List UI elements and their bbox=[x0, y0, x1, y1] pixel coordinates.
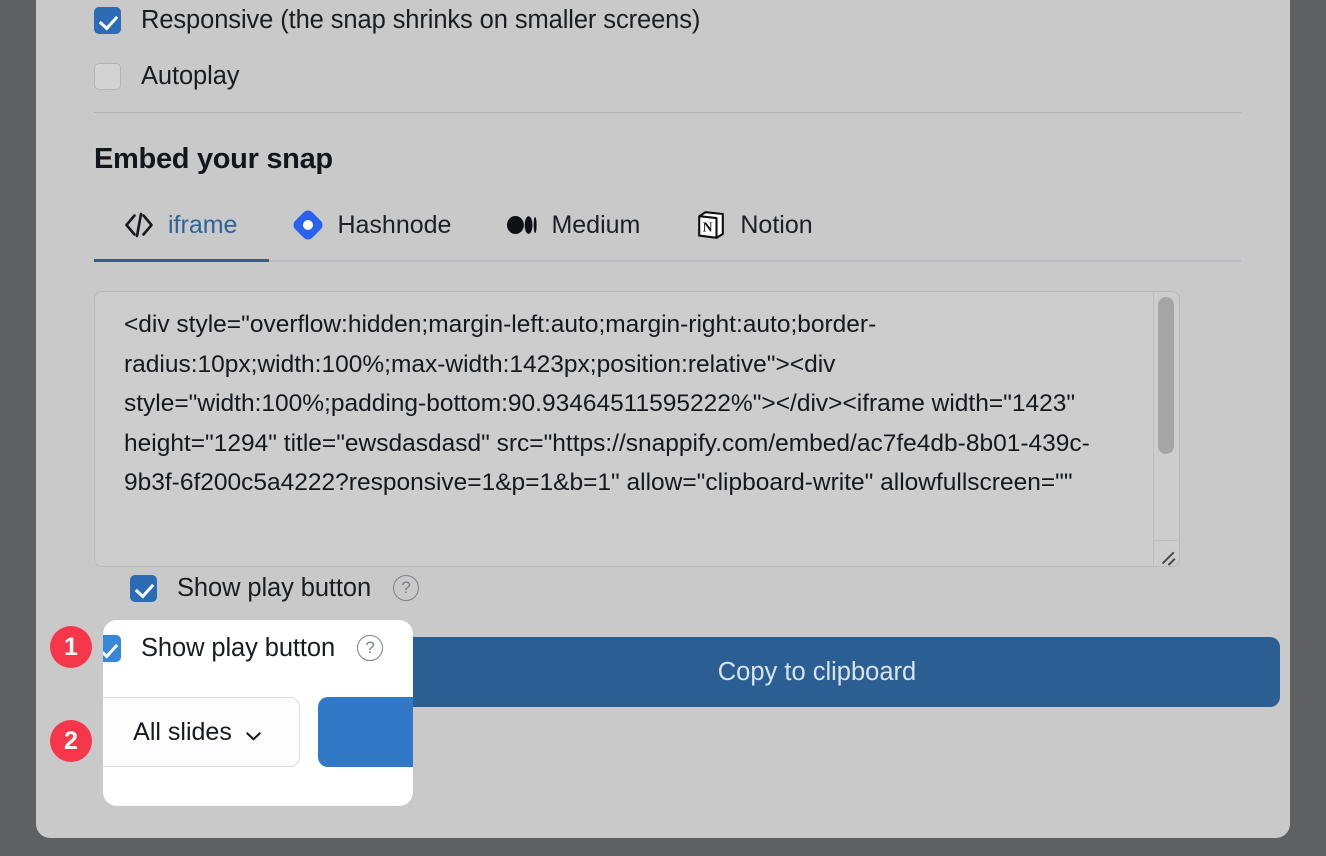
autoplay-label: Autoplay bbox=[141, 61, 240, 90]
textarea-resize-handle[interactable] bbox=[1153, 540, 1178, 565]
copy-button-label: Copy to clipboard bbox=[717, 657, 917, 686]
svg-text:N: N bbox=[703, 219, 713, 234]
textarea-scrollbar[interactable] bbox=[1153, 293, 1178, 565]
copy-to-clipboard-button[interactable]: Copy to clipboard bbox=[354, 637, 1280, 707]
tab-iframe[interactable]: iframe bbox=[93, 202, 271, 262]
show-play-button-checkbox[interactable] bbox=[130, 574, 157, 602]
code-brackets-icon bbox=[124, 210, 154, 240]
tab-medium[interactable]: Medium bbox=[501, 202, 646, 260]
scrollbar-thumb[interactable] bbox=[1158, 297, 1174, 454]
action-buttons-row: All slides Copy to clipboard bbox=[130, 637, 1280, 707]
help-icon[interactable]: ? bbox=[393, 575, 420, 601]
slides-select[interactable]: All slides bbox=[130, 637, 336, 707]
responsive-checkbox[interactable] bbox=[94, 6, 121, 34]
tab-hashnode-label: Hashnode bbox=[337, 210, 452, 239]
tab-medium-label: Medium bbox=[551, 210, 641, 239]
tab-iframe-label: iframe bbox=[168, 210, 238, 239]
modal-content: Responsive (the snap shrinks on smaller … bbox=[93, 0, 1242, 567]
tab-hashnode[interactable]: Hashnode bbox=[287, 202, 457, 260]
notion-icon: N bbox=[696, 210, 726, 240]
section-divider bbox=[94, 112, 1241, 113]
step-badge-2: 2 bbox=[50, 720, 92, 762]
tab-notion[interactable]: N Notion bbox=[690, 202, 818, 260]
embed-actions: Show play button ? All slides Copy to cl… bbox=[130, 568, 1280, 707]
slides-select-value: All slides bbox=[169, 657, 268, 686]
embed-code-textarea[interactable]: <div style="overflow:hidden;margin-left:… bbox=[94, 291, 1180, 567]
step-badge-1: 1 bbox=[50, 626, 92, 668]
tab-notion-label: Notion bbox=[740, 210, 813, 239]
option-row-responsive[interactable]: Responsive (the snap shrinks on smaller … bbox=[94, 0, 1242, 40]
page-title: Embed your snap bbox=[94, 143, 333, 175]
medium-icon bbox=[507, 210, 538, 240]
chevron-down-icon bbox=[282, 668, 297, 680]
embed-target-tabs: iframe Hashnode Medium N Notion bbox=[93, 202, 1241, 262]
option-row-autoplay[interactable]: Autoplay bbox=[94, 56, 1242, 96]
play-button-option-row[interactable]: Show play button ? bbox=[130, 568, 1280, 608]
responsive-label: Responsive (the snap shrinks on smaller … bbox=[141, 5, 701, 34]
embed-settings-modal: Responsive (the snap shrinks on smaller … bbox=[36, 0, 1290, 838]
show-play-button-label: Show play button bbox=[177, 573, 372, 602]
hashnode-icon bbox=[293, 210, 323, 240]
autoplay-checkbox[interactable] bbox=[94, 62, 121, 90]
embed-code-value: <div style="overflow:hidden;margin-left:… bbox=[124, 311, 1090, 496]
